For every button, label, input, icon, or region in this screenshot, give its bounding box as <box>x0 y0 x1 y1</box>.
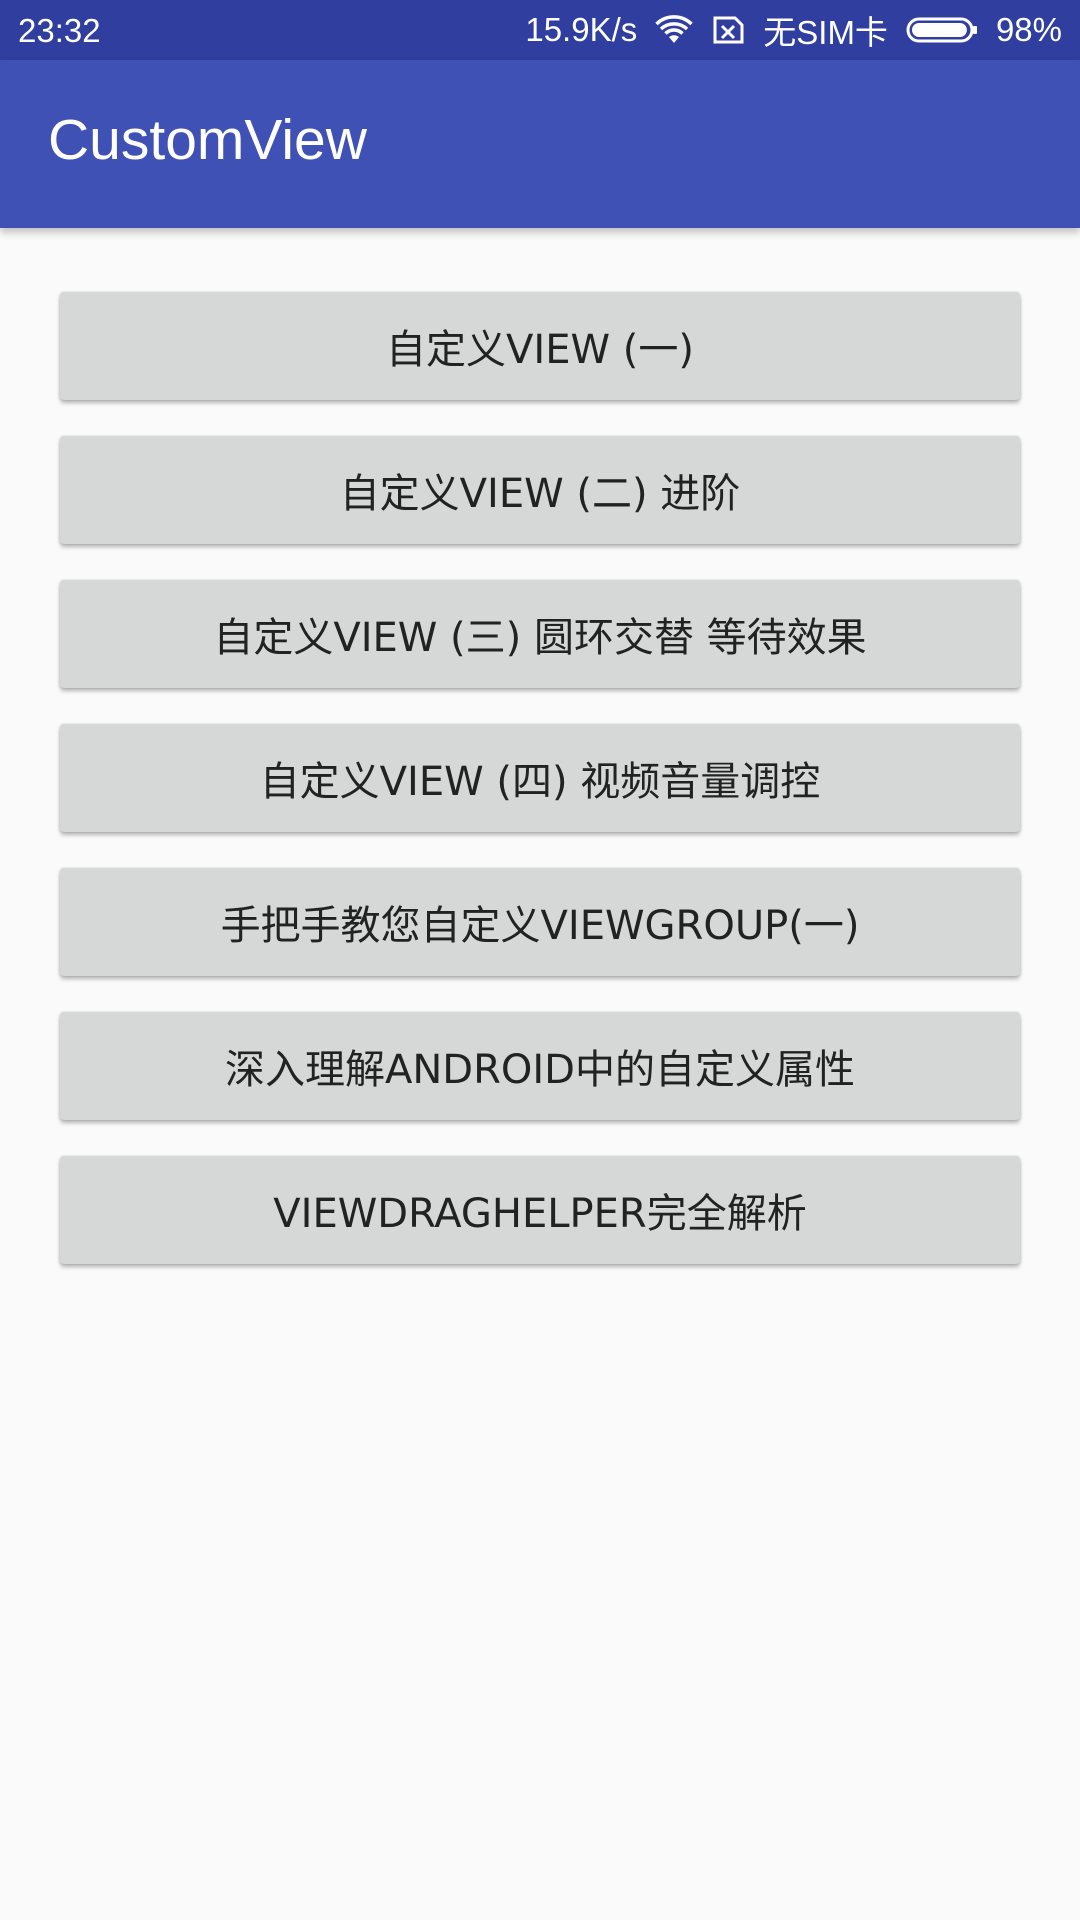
custom-view-2-advanced-button[interactable]: 自定义VIEW (二) 进阶 <box>60 436 1020 544</box>
viewdraghelper-button[interactable]: VIEWDRAGHELPER完全解析 <box>60 1156 1020 1264</box>
app-bar: CustomView <box>0 60 1080 228</box>
custom-attributes-button[interactable]: 深入理解ANDROID中的自定义属性 <box>60 1012 1020 1120</box>
status-time: 23:32 <box>18 12 101 49</box>
no-sim-icon <box>711 15 745 45</box>
screen: 23:32 15.9K/s 无SIM卡 98% CustomView 自定义VI… <box>0 0 1080 1920</box>
custom-view-3-ring-loading-button[interactable]: 自定义VIEW (三) 圆环交替 等待效果 <box>60 580 1020 688</box>
status-bar: 23:32 15.9K/s 无SIM卡 98% <box>0 0 1080 60</box>
app-title: CustomView <box>48 108 367 172</box>
wifi-icon <box>655 15 693 45</box>
button-list: 自定义VIEW (一) 自定义VIEW (二) 进阶 自定义VIEW (三) 圆… <box>60 292 1020 1300</box>
custom-view-1-button[interactable]: 自定义VIEW (一) <box>60 292 1020 400</box>
battery-percentage: 98% <box>995 11 1062 48</box>
sim-status-text: 无SIM卡 <box>763 14 888 51</box>
custom-viewgroup-button[interactable]: 手把手教您自定义VIEWGROUP(一) <box>60 868 1020 976</box>
battery-icon <box>906 15 978 45</box>
custom-view-4-volume-control-button[interactable]: 自定义VIEW (四) 视频音量调控 <box>60 724 1020 832</box>
status-icons: 15.9K/s 无SIM卡 98% <box>525 0 1062 60</box>
network-speed: 15.9K/s <box>525 11 638 48</box>
